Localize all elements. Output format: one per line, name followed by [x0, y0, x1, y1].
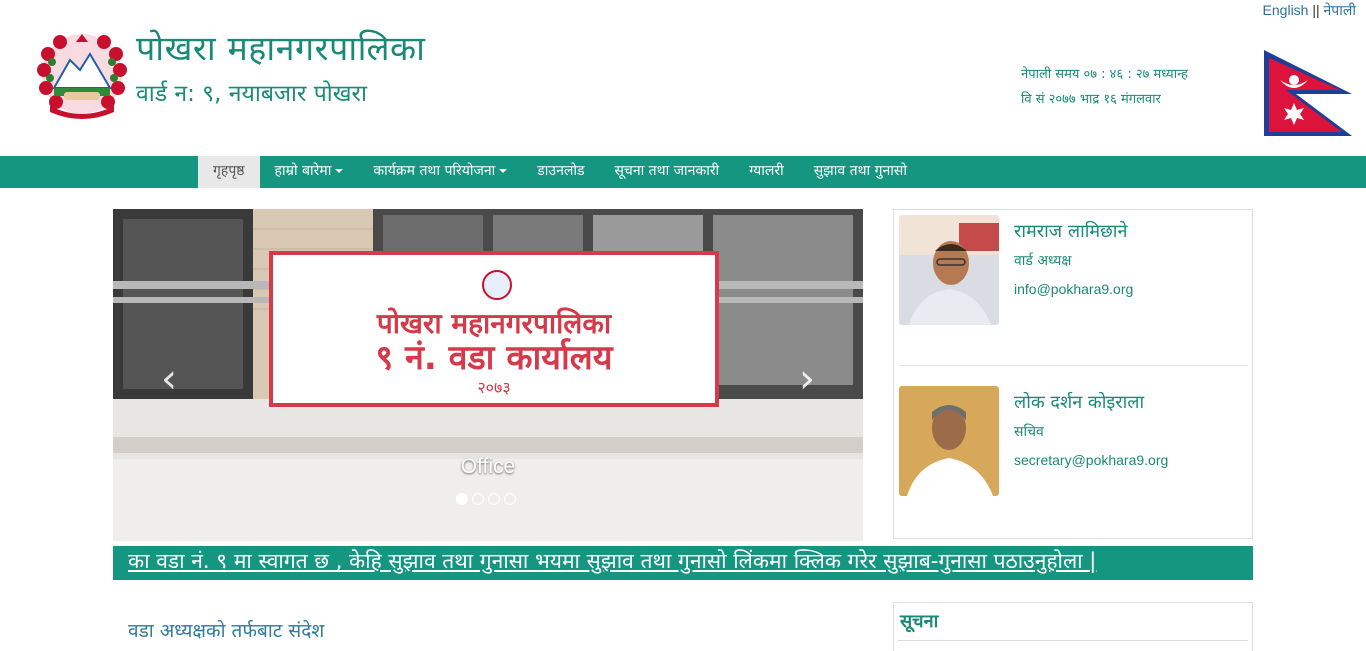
official-card: रामराज लामिछाने वार्ड अध्यक्ष info@pokha… — [899, 215, 1249, 330]
nepal-flag-icon — [1264, 50, 1352, 136]
carousel-indicator[interactable] — [472, 493, 484, 505]
nav-item-label: डाउनलोड — [537, 163, 585, 179]
nav-item[interactable]: सूचना तथा जानकारी — [599, 156, 734, 188]
official-email-link[interactable]: info@pokhara9.org — [1014, 281, 1133, 297]
official-photo — [899, 386, 999, 496]
caret-down-icon — [499, 169, 508, 173]
chevron-right-icon[interactable]: › — [799, 359, 815, 399]
nav-item[interactable]: हाम्रो बारेमा — [260, 156, 359, 188]
nepali-link[interactable]: नेपाली — [1324, 2, 1356, 18]
nav-item-label: ग्यालरी — [749, 163, 784, 179]
nav-item-label: गृहपृष्ठ — [213, 163, 245, 179]
official-email-link[interactable]: secretary@pokhara9.org — [1014, 452, 1168, 468]
site-title[interactable]: पोखरा महानगरपालिका — [136, 24, 425, 70]
official-name: लोक दर्शन कोइराला — [1014, 392, 1145, 413]
carousel-caption: Office — [460, 455, 516, 478]
nav-item-label: हाम्रो बारेमा — [274, 163, 332, 179]
sign-line-2: ९ नं. वडा कार्यालय — [375, 337, 613, 378]
nav-item-label: सुझाव तथा गुनासो — [813, 163, 907, 179]
sign-line-1: पोखरा महानगरपालिका — [376, 307, 613, 340]
carousel-indicator[interactable] — [488, 493, 500, 505]
official-role: वार्ड अध्यक्ष — [1014, 253, 1072, 269]
official-role: सचिव — [1014, 424, 1044, 440]
office-photo: पोखरा महानगरपालिका ९ नं. वडा कार्यालय २०… — [113, 209, 863, 541]
language-separator: || — [1308, 2, 1324, 18]
nav-item[interactable]: कार्यक्रम तथा परियोजना — [358, 156, 522, 188]
nav-item-label: सूचना तथा जानकारी — [614, 163, 720, 179]
english-link[interactable]: English — [1263, 2, 1309, 18]
image-carousel[interactable]: पोखरा महानगरपालिका ९ नं. वडा कार्यालय २०… — [113, 209, 863, 541]
nav-item[interactable]: गृहपृष्ठ — [198, 156, 260, 188]
nepali-date: वि सं २०७७ भाद्र १६ मंगलवार — [1021, 92, 1161, 107]
caret-down-icon — [335, 169, 344, 173]
municipality-emblem-icon[interactable] — [30, 30, 134, 120]
nav-item-label: कार्यक्रम तथा परियोजना — [373, 163, 496, 179]
official-name: रामराज लामिछाने — [1014, 221, 1128, 242]
sign-line-3: २०७३ — [477, 378, 510, 397]
nepali-time: नेपाली समय ०७ : ४६ : २७ मध्यान्ह — [1021, 67, 1188, 82]
language-switch: English || नेपाली — [1263, 1, 1356, 20]
carousel-indicator[interactable] — [456, 493, 468, 505]
main-nav: गृहपृष्ठ हाम्रो बारेमा कार्यक्रम तथा परियो… — [0, 156, 1366, 188]
nav-item[interactable]: सुझाव तथा गुनासो — [799, 156, 922, 188]
official-photo — [899, 215, 999, 325]
nepali-clock: नेपाली समय ०७ : ४६ : २७ मध्यान्ह वि सं २… — [1021, 62, 1188, 112]
notice-panel: सूचना — [893, 602, 1253, 651]
nav-item[interactable]: डाउनलोड — [522, 156, 599, 188]
nav-list: गृहपृष्ठ हाम्रो बारेमा कार्यक्रम तथा परियो… — [198, 156, 922, 188]
chevron-left-icon[interactable]: ‹ — [161, 359, 177, 399]
nav-item[interactable]: ग्यालरी — [734, 156, 799, 188]
divider — [898, 640, 1248, 641]
marquee-link[interactable]: का वडा नं. ९ मा स्वागत छ , केहि सुझाव तथ… — [128, 547, 1096, 575]
page: English || नेपाली पोखरा महानगरपालिका वार… — [0, 0, 1366, 651]
divider — [899, 365, 1249, 366]
carousel-indicator[interactable] — [504, 493, 516, 505]
official-card: लोक दर्शन कोइराला सचिव secretary@pokhara… — [899, 386, 1249, 501]
site-subtitle: वार्ड न: ९, नयाबजार पोखरा — [136, 81, 367, 107]
officials-panel: रामराज लामिछाने वार्ड अध्यक्ष info@pokha… — [893, 209, 1253, 539]
carousel-indicators — [456, 493, 516, 505]
notice-title: सूचना — [900, 611, 939, 632]
welcome-marquee: का वडा नं. ९ मा स्वागत छ , केहि सुझाव तथ… — [113, 546, 1253, 580]
chairperson-message-title: वडा अध्यक्षको तर्फबाट संदेश — [128, 620, 325, 642]
